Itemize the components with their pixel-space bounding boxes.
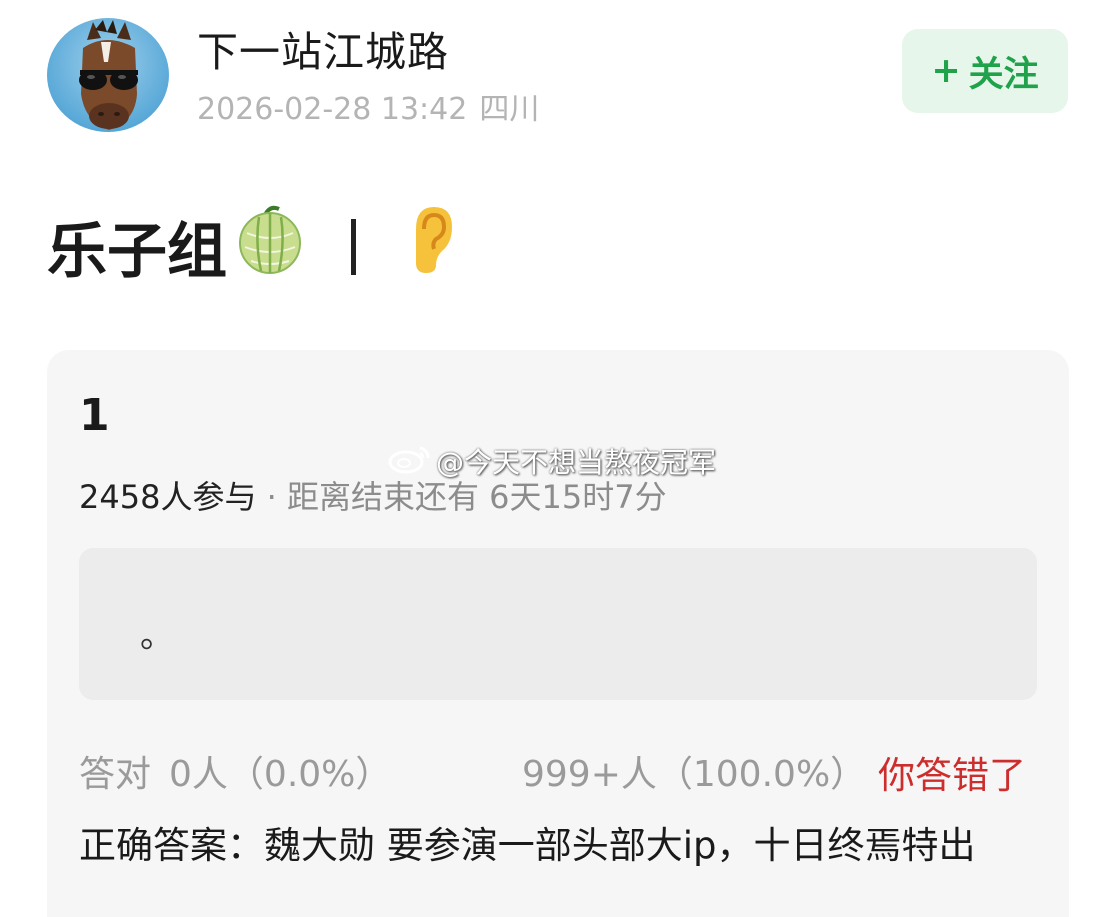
post-datetime: 2026-02-28 13:42 bbox=[197, 92, 468, 127]
post-title-text: 乐子组 bbox=[47, 217, 227, 287]
wrong-status: 你答错了 bbox=[878, 754, 1026, 797]
participants-count: 2458人参与 bbox=[79, 478, 257, 516]
user-avatar[interactable] bbox=[47, 18, 169, 132]
correct-stat: 答对 0人（0.0%） bbox=[79, 745, 391, 797]
quiz-option-text: 。 bbox=[140, 616, 174, 656]
plus-icon: + bbox=[931, 51, 961, 91]
quiz-stats: 2458人参与 · 距离结束还有 6天15时7分 bbox=[79, 472, 667, 518]
quiz-number: 1 bbox=[79, 390, 110, 441]
username[interactable]: 下一站江城路 bbox=[197, 18, 449, 78]
correct-answer: 正确答案：魏大勋 要参演一部头部大ip，十日终焉特出 bbox=[79, 824, 976, 867]
horse-avatar-icon bbox=[79, 20, 138, 130]
wrong-count: 999+人（100.0%） bbox=[522, 754, 867, 795]
follow-button[interactable]: + 关注 bbox=[902, 29, 1068, 113]
correct-count: 0人（0.0%） bbox=[169, 754, 392, 795]
quiz-option[interactable] bbox=[79, 548, 1037, 700]
post-meta: 2026-02-28 13:42 四川 bbox=[197, 84, 539, 128]
melon-icon bbox=[237, 203, 303, 290]
post-title: 乐子组 bbox=[47, 203, 456, 290]
correct-label: 答对 bbox=[79, 754, 152, 795]
post-location: 四川 bbox=[479, 92, 540, 127]
follow-label: 关注 bbox=[968, 54, 1039, 95]
time-remaining: 距离结束还有 6天15时7分 bbox=[286, 478, 667, 516]
weibo-post-screen: 下一站江城路 2026-02-28 13:42 四川 + 关注 乐子组 1 @今… bbox=[0, 0, 1116, 917]
divider-bar bbox=[351, 218, 356, 275]
ear-icon bbox=[406, 203, 456, 290]
stats-separator: · bbox=[256, 478, 287, 516]
